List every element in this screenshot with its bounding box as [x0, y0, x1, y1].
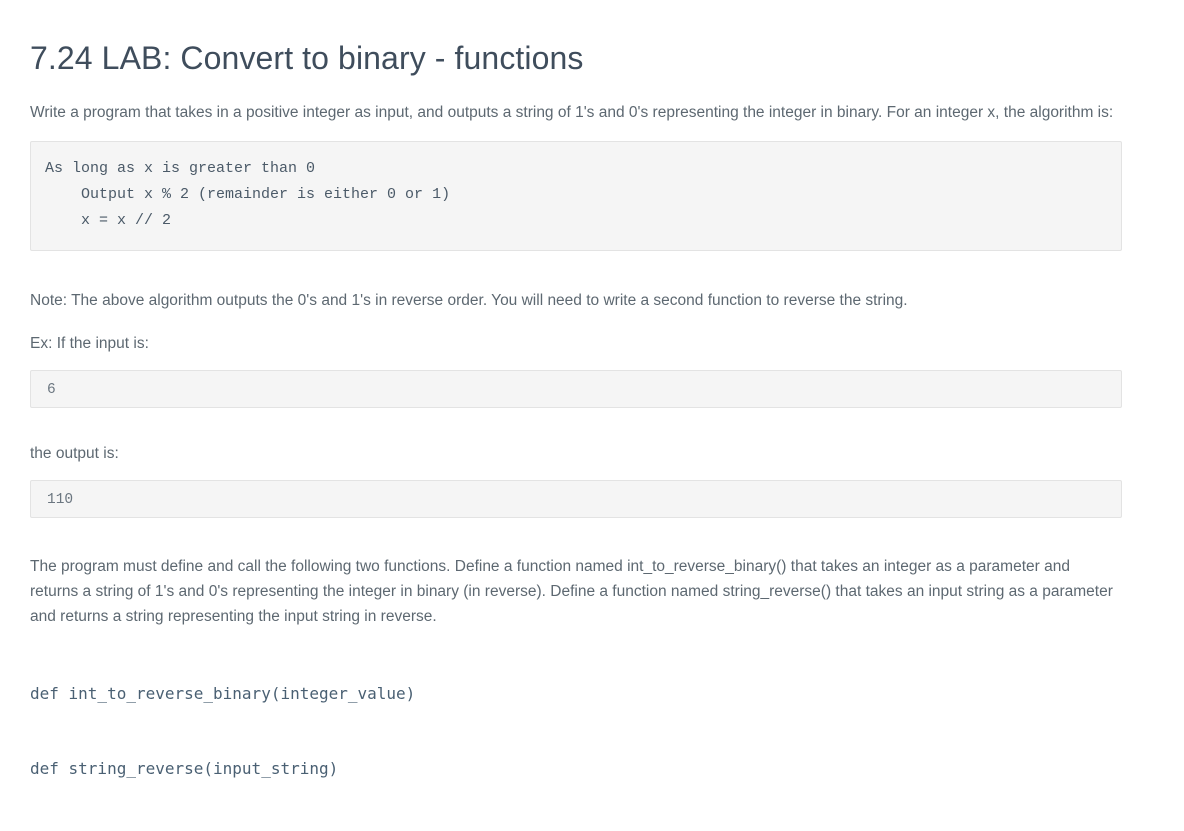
page-title: 7.24 LAB: Convert to binary - functions — [30, 40, 584, 76]
function-signatures: def int_to_reverse_binary(integer_value)… — [30, 631, 1154, 831]
lab-page: 7.24 LAB: Convert to binary - functions … — [0, 0, 1184, 831]
example-input-label: Ex: If the input is: — [30, 335, 149, 352]
example-output-label: the output is: — [30, 444, 119, 462]
signature-int-to-reverse-binary: def int_to_reverse_binary(integer_value) — [30, 684, 416, 703]
example-input-box: 6 — [30, 370, 1122, 408]
note-paragraph: Note: The above algorithm outputs the 0'… — [30, 292, 908, 309]
intro-paragraph: Write a program that takes in a positive… — [30, 104, 1114, 121]
example-output-box: 110 — [30, 479, 1122, 518]
algorithm-code-block: As long as x is greater than 0 Output x … — [30, 141, 1122, 251]
requirements-paragraph: The program must define and call the fol… — [30, 558, 1113, 625]
signature-string-reverse: def string_reverse(input_string) — [30, 759, 339, 778]
